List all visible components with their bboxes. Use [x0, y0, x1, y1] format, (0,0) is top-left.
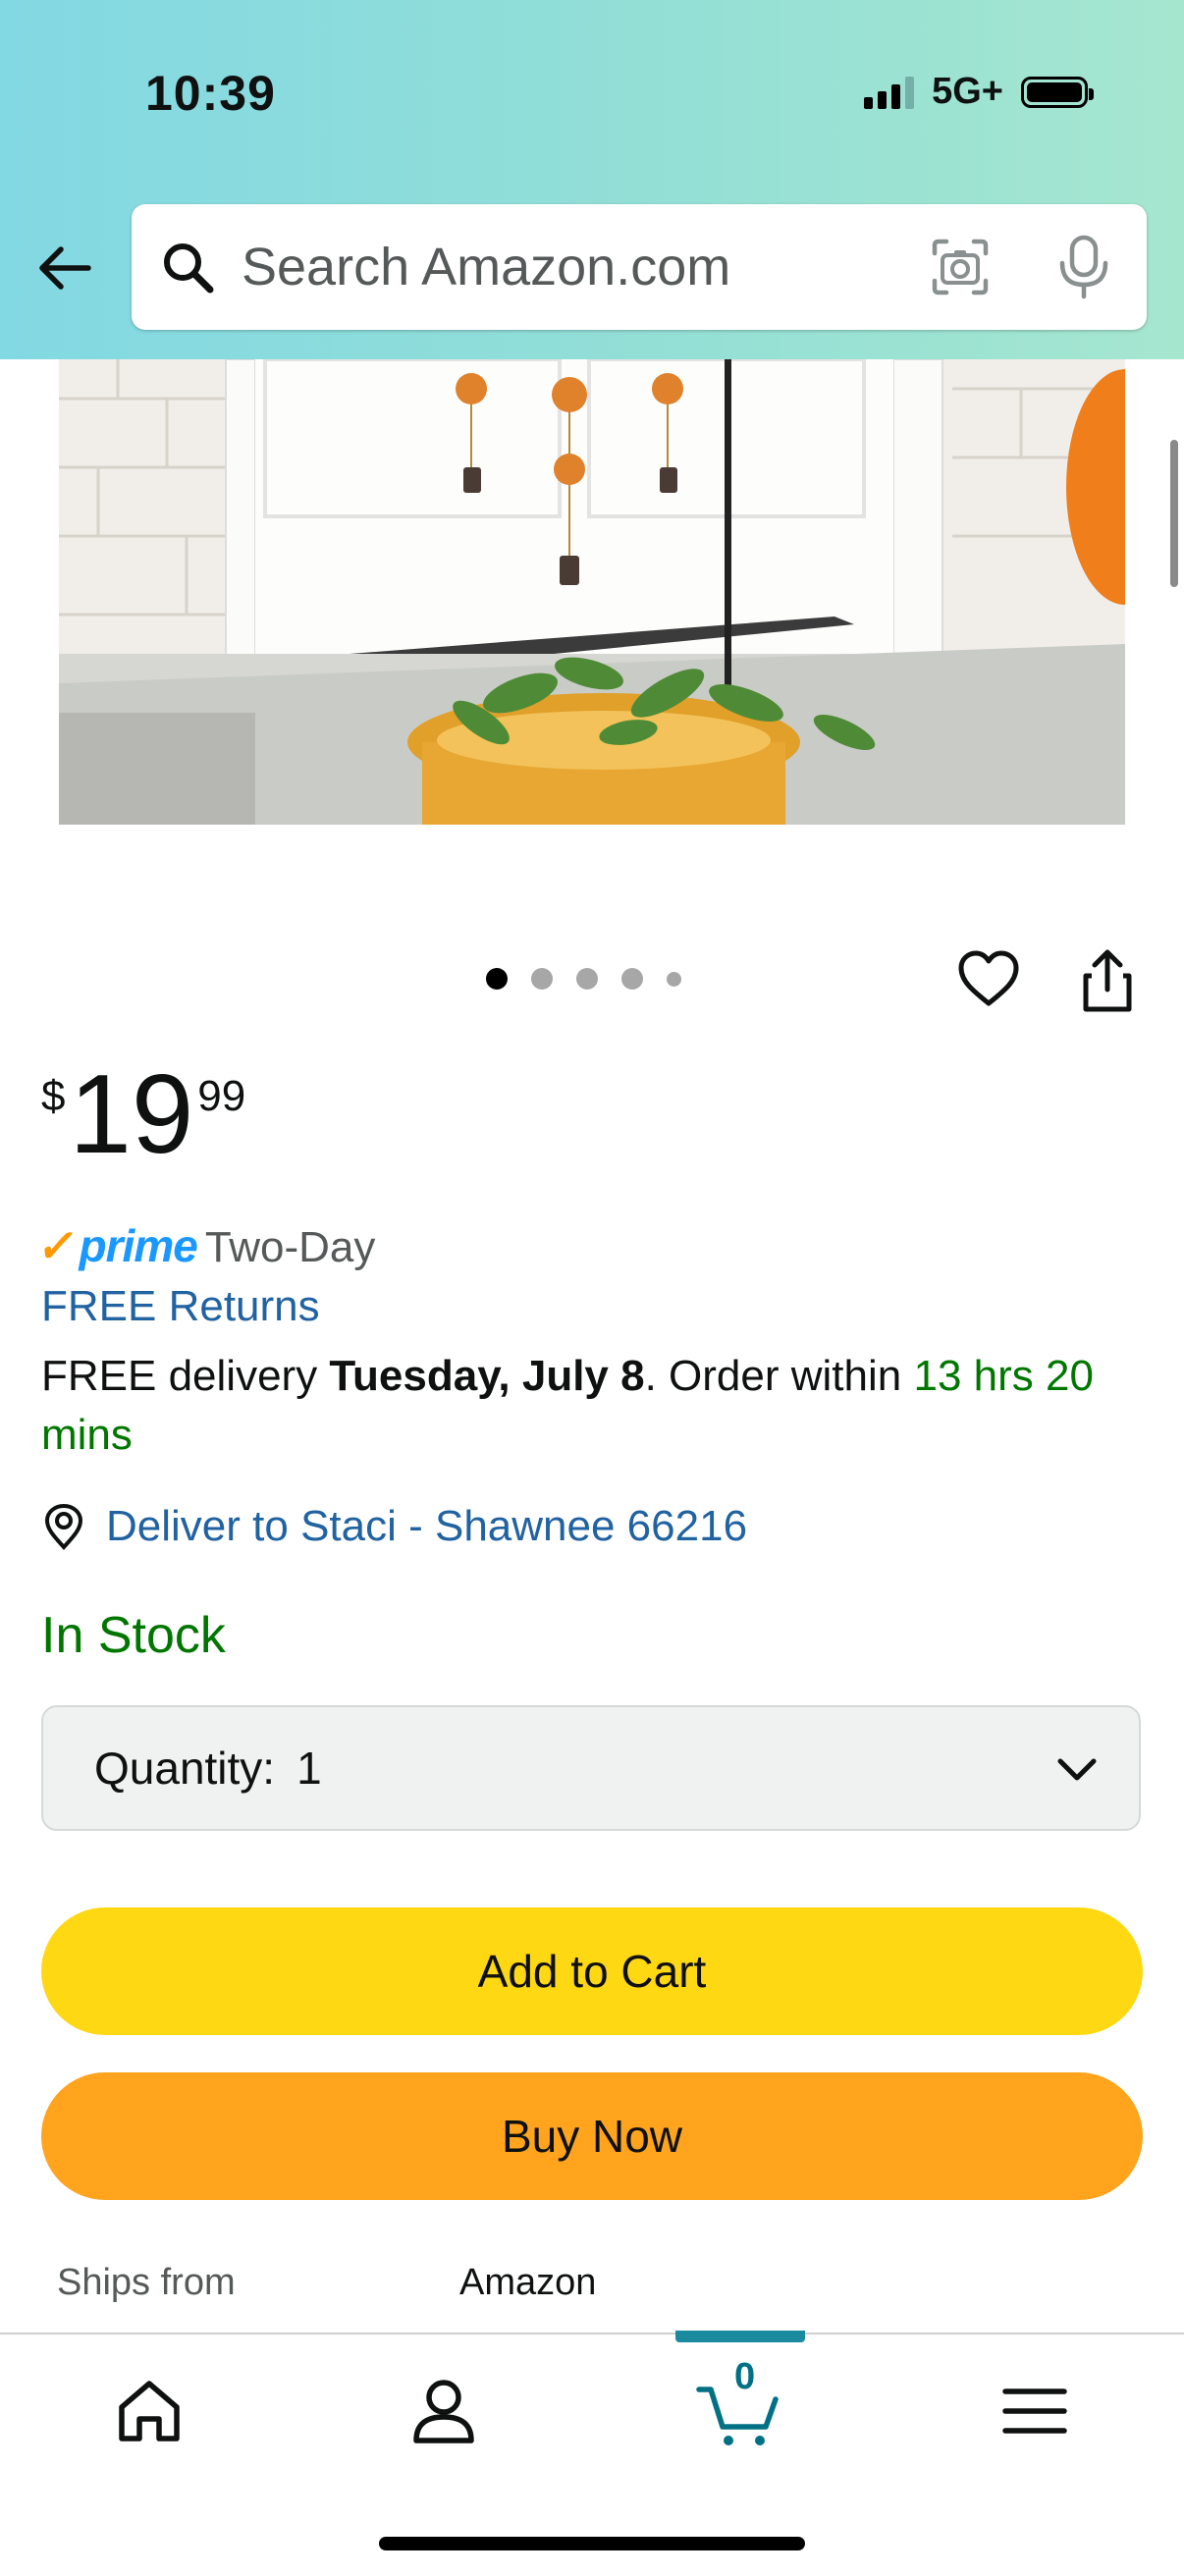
menu-icon[interactable] [996, 2372, 1074, 2450]
wishlist-heart-icon[interactable] [956, 948, 1021, 1009]
cart-count-badge: 0 [734, 2356, 756, 2397]
status-time: 10:39 [145, 66, 276, 121]
chevron-down-icon [1057, 1758, 1097, 1781]
carousel-dot[interactable] [667, 971, 681, 987]
account-icon[interactable] [404, 2372, 483, 2450]
image-carousel-dots[interactable] [486, 968, 681, 990]
product-image[interactable] [59, 359, 1125, 825]
battery-icon [1021, 76, 1094, 108]
delivery-middle: . Order within [644, 1352, 914, 1400]
add-to-cart-button[interactable]: Add to Cart [41, 1907, 1143, 2035]
delivery-prefix: FREE delivery [41, 1352, 330, 1400]
product-price: $ 19 99 [41, 1052, 246, 1177]
home-indicator[interactable] [379, 2537, 805, 2550]
price-fraction: 99 [197, 1072, 246, 1120]
prime-check-icon: ✓ [34, 1220, 82, 1271]
carousel-dot[interactable] [486, 968, 508, 990]
price-whole: 19 [69, 1052, 194, 1177]
prime-logo: prime [79, 1220, 198, 1271]
search-bar[interactable] [132, 204, 1147, 330]
carousel-dot[interactable] [576, 968, 598, 990]
ships-from-value: Amazon [459, 2262, 597, 2303]
product-photo-illustration [59, 359, 1125, 825]
carousel-dot[interactable] [531, 968, 553, 990]
search-input[interactable] [240, 236, 872, 298]
price-currency: $ [41, 1072, 66, 1120]
scrollbar[interactable] [1170, 440, 1178, 587]
quantity-label: Quantity: [94, 1743, 276, 1794]
carousel-dot[interactable] [621, 968, 643, 990]
active-tab-indicator [675, 2331, 805, 2342]
back-arrow-icon[interactable] [33, 236, 98, 300]
quantity-value: 1 [296, 1743, 322, 1794]
quantity-selector[interactable]: Quantity: 1 [41, 1705, 1141, 1831]
camera-search-icon[interactable] [929, 236, 992, 298]
share-icon[interactable] [1078, 946, 1137, 1015]
cellular-signal-icon [864, 76, 915, 109]
prime-speed: Two-Day [204, 1223, 376, 1271]
location-pin-icon [44, 1503, 83, 1550]
network-type: 5G+ [932, 71, 1003, 112]
search-icon [164, 243, 214, 294]
deliver-to-link[interactable]: Deliver to Staci - Shawnee 66216 [41, 1502, 747, 1551]
prime-badge: ✓ prime Two-Day [34, 1219, 376, 1272]
delivery-info: FREE delivery Tuesday, July 8. Order wit… [41, 1347, 1151, 1465]
microphone-icon[interactable] [1054, 234, 1113, 300]
stock-status: In Stock [41, 1607, 226, 1664]
home-icon[interactable] [110, 2372, 188, 2450]
top-header: 10:39 5G+ [0, 0, 1184, 359]
buy-now-button[interactable]: Buy Now [41, 2072, 1143, 2200]
status-icons: 5G+ [864, 71, 1094, 113]
deliver-to-label: Deliver to Staci - Shawnee 66216 [106, 1502, 748, 1550]
delivery-date: Tuesday, July 8 [329, 1352, 645, 1400]
ships-from-label: Ships from [57, 2262, 236, 2303]
free-returns-link[interactable]: FREE Returns [41, 1282, 320, 1331]
